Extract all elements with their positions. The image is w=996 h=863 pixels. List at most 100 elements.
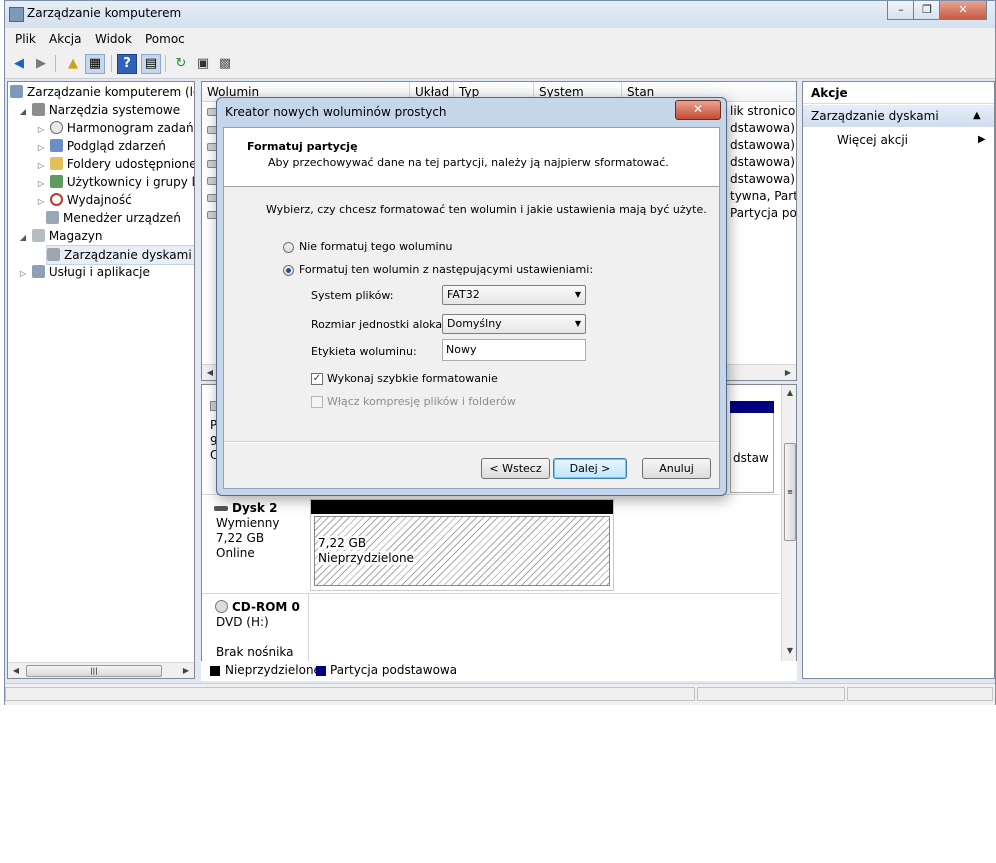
- tree-item-shared-folders[interactable]: ▷ Foldery udostępnione: [36, 155, 194, 173]
- submenu-arrow-icon[interactable]: ▶: [978, 134, 986, 145]
- tree-item-performance[interactable]: ▷ Wydajność: [36, 191, 132, 209]
- scroll-thumb[interactable]: ≡: [784, 443, 796, 541]
- tree-item-task-scheduler[interactable]: ▷ Harmonogram zadań: [36, 119, 194, 137]
- status-cell: [847, 687, 993, 701]
- toolbar-separator: [55, 55, 56, 72]
- volume-status-fragment: dstawowa): [730, 121, 795, 135]
- volume-label-input[interactable]: Nowy: [442, 339, 586, 361]
- back-arrow-icon[interactable]: ◀: [9, 54, 29, 74]
- radio-selected-dot: [286, 268, 291, 273]
- dialog-body: Formatuj partycję Aby przechowywać dane …: [223, 127, 720, 489]
- menu-help[interactable]: Pomoc: [145, 32, 185, 46]
- quick-format-label[interactable]: Wykonaj szybkie formatowanie: [327, 372, 498, 385]
- scroll-down-arrow-icon[interactable]: ▼: [782, 643, 796, 659]
- volume-status-fragment: lik stronicow: [730, 104, 796, 118]
- tree-item-services-apps[interactable]: ▷ Usługi i aplikacje: [18, 263, 150, 281]
- up-folder-icon[interactable]: ▲: [63, 54, 83, 74]
- collapse-arrow-icon[interactable]: ▲: [973, 105, 981, 127]
- dialog-heading: Formatuj partycję: [247, 140, 358, 153]
- properties-icon[interactable]: ▣: [193, 54, 213, 74]
- compression-checkbox[interactable]: [311, 396, 323, 408]
- legend-primary: Partycja podstawowa: [330, 663, 458, 677]
- chevron-down-icon: ▼: [574, 319, 581, 328]
- close-button[interactable]: ✕: [939, 1, 987, 20]
- dialog-title: Kreator nowych woluminów prostych: [225, 105, 447, 119]
- next-button[interactable]: Dalej >: [553, 458, 627, 479]
- status-bar: [5, 683, 995, 705]
- scroll-up-arrow-icon[interactable]: ▲: [782, 385, 796, 401]
- volume-status-fragment: tywna, Party: [730, 189, 796, 203]
- event-viewer-icon: [49, 139, 63, 152]
- scroll-right-arrow-icon[interactable]: ▶: [780, 365, 796, 380]
- radio-no-format-label[interactable]: Nie formatuj tego woluminu: [299, 240, 453, 253]
- radio-format-label[interactable]: Formatuj ten wolumin z następującymi ust…: [299, 263, 593, 276]
- disk-2-name: Dysk 2: [232, 501, 278, 515]
- disk-map-vertical-scrollbar[interactable]: ▲ ≡ ▼: [781, 385, 796, 662]
- collapsed-triangle-icon[interactable]: ▷: [18, 265, 28, 283]
- minimize-button[interactable]: –: [887, 1, 915, 20]
- dialog-subheading: Aby przechowywać dane na tej partycji, n…: [268, 156, 669, 169]
- radio-format[interactable]: [283, 265, 294, 276]
- cdrom-label[interactable]: CD-ROM 0 DVD (H:): [216, 600, 300, 630]
- forward-arrow-icon[interactable]: ▶: [31, 54, 51, 74]
- tree-item-disk-management[interactable]: Zarządzanie dyskami: [46, 245, 194, 265]
- clock-icon: [49, 121, 63, 134]
- tree-item-system-tools[interactable]: ◢ Narzędzia systemowe: [18, 101, 180, 119]
- tree-item-root[interactable]: Zarządzanie komputerem (lokalne): [10, 83, 194, 101]
- menu-action[interactable]: Akcja: [49, 32, 81, 46]
- cancel-button[interactable]: Anuluj: [642, 458, 711, 479]
- actions-section-disk-management[interactable]: Zarządzanie dyskami ▲: [803, 105, 994, 127]
- shared-folder-icon: [49, 157, 63, 170]
- tree-item-storage[interactable]: ◢ Magazyn: [18, 227, 103, 245]
- scroll-left-arrow-icon[interactable]: ◀: [8, 663, 24, 678]
- tree-horizontal-scrollbar[interactable]: ◀ ||| ▶: [8, 662, 194, 678]
- tree-item-users-groups[interactable]: ▷ Użytkownicy i grupy lokalne: [36, 173, 194, 191]
- primary-partition-bar: [730, 401, 774, 413]
- chevron-down-icon: ▼: [574, 290, 581, 299]
- unallocated-bar: [311, 500, 613, 514]
- window-title: Zarządzanie komputerem: [27, 6, 182, 20]
- partition-region[interactable]: dstaw: [730, 413, 774, 493]
- unallocated-region[interactable]: 7,22 GB Nieprzydzielone: [314, 516, 610, 586]
- menu-view[interactable]: Widok: [95, 32, 132, 46]
- legend-swatch-primary: [316, 666, 326, 676]
- tree-item-event-viewer[interactable]: ▷ Podgląd zdarzeń: [36, 137, 166, 155]
- restore-button[interactable]: ❐: [913, 1, 941, 20]
- disk-2-status: Online: [216, 546, 255, 560]
- dialog-separator: [224, 441, 719, 443]
- legend-swatch-unallocated: [210, 666, 220, 676]
- tree-item-device-manager[interactable]: Menedżer urządzeń: [46, 209, 181, 227]
- volume-status-fragment: dstawowa): [730, 155, 795, 169]
- file-system-select[interactable]: FAT32 ▼: [442, 285, 586, 305]
- dialog-close-button[interactable]: ✕: [675, 100, 721, 120]
- title-bar[interactable]: Zarządzanie komputerem – ❐ ✕: [5, 1, 995, 28]
- disk-2-label[interactable]: Dysk 2 Wymienny 7,22 GB Online: [216, 501, 279, 561]
- device-manager-icon: [46, 211, 59, 224]
- radio-no-format[interactable]: [283, 242, 294, 253]
- expanded-triangle-icon[interactable]: ◢: [18, 229, 28, 247]
- volume-status-fragment: dstawowa): [730, 138, 795, 152]
- expanded-triangle-icon[interactable]: ◢: [18, 103, 28, 121]
- quick-format-checkbox[interactable]: ✓: [311, 373, 323, 385]
- unallocated-size: 7,22 GB: [318, 536, 367, 550]
- tools-icon: [31, 103, 45, 116]
- back-button[interactable]: < Wstecz: [481, 458, 550, 479]
- disk-management-icon: [47, 248, 60, 261]
- scroll-thumb[interactable]: |||: [26, 665, 162, 677]
- allocation-unit-select[interactable]: Domyślny ▼: [442, 314, 586, 334]
- dialog-header: Formatuj partycję Aby przechowywać dane …: [224, 128, 719, 187]
- console-icon[interactable]: ▤: [141, 54, 161, 74]
- scroll-right-arrow-icon[interactable]: ▶: [178, 663, 194, 678]
- disk-2-size: 7,22 GB: [216, 531, 265, 545]
- menu-file[interactable]: Plik: [15, 32, 36, 46]
- services-icon: [31, 265, 45, 278]
- export-icon[interactable]: ▩: [215, 54, 235, 74]
- volume-status-fragment: dstawowa): [730, 172, 795, 186]
- help-icon[interactable]: ?: [117, 54, 137, 74]
- cdrom-drive: DVD (H:): [216, 615, 269, 629]
- refresh-icon[interactable]: ↻: [171, 54, 191, 74]
- collapsed-triangle-icon[interactable]: ▷: [36, 193, 46, 211]
- legend-unallocated: Nieprzydzielone: [225, 663, 321, 677]
- show-tree-icon[interactable]: ▦: [85, 54, 105, 74]
- more-actions-item[interactable]: Więcej akcji: [837, 133, 908, 147]
